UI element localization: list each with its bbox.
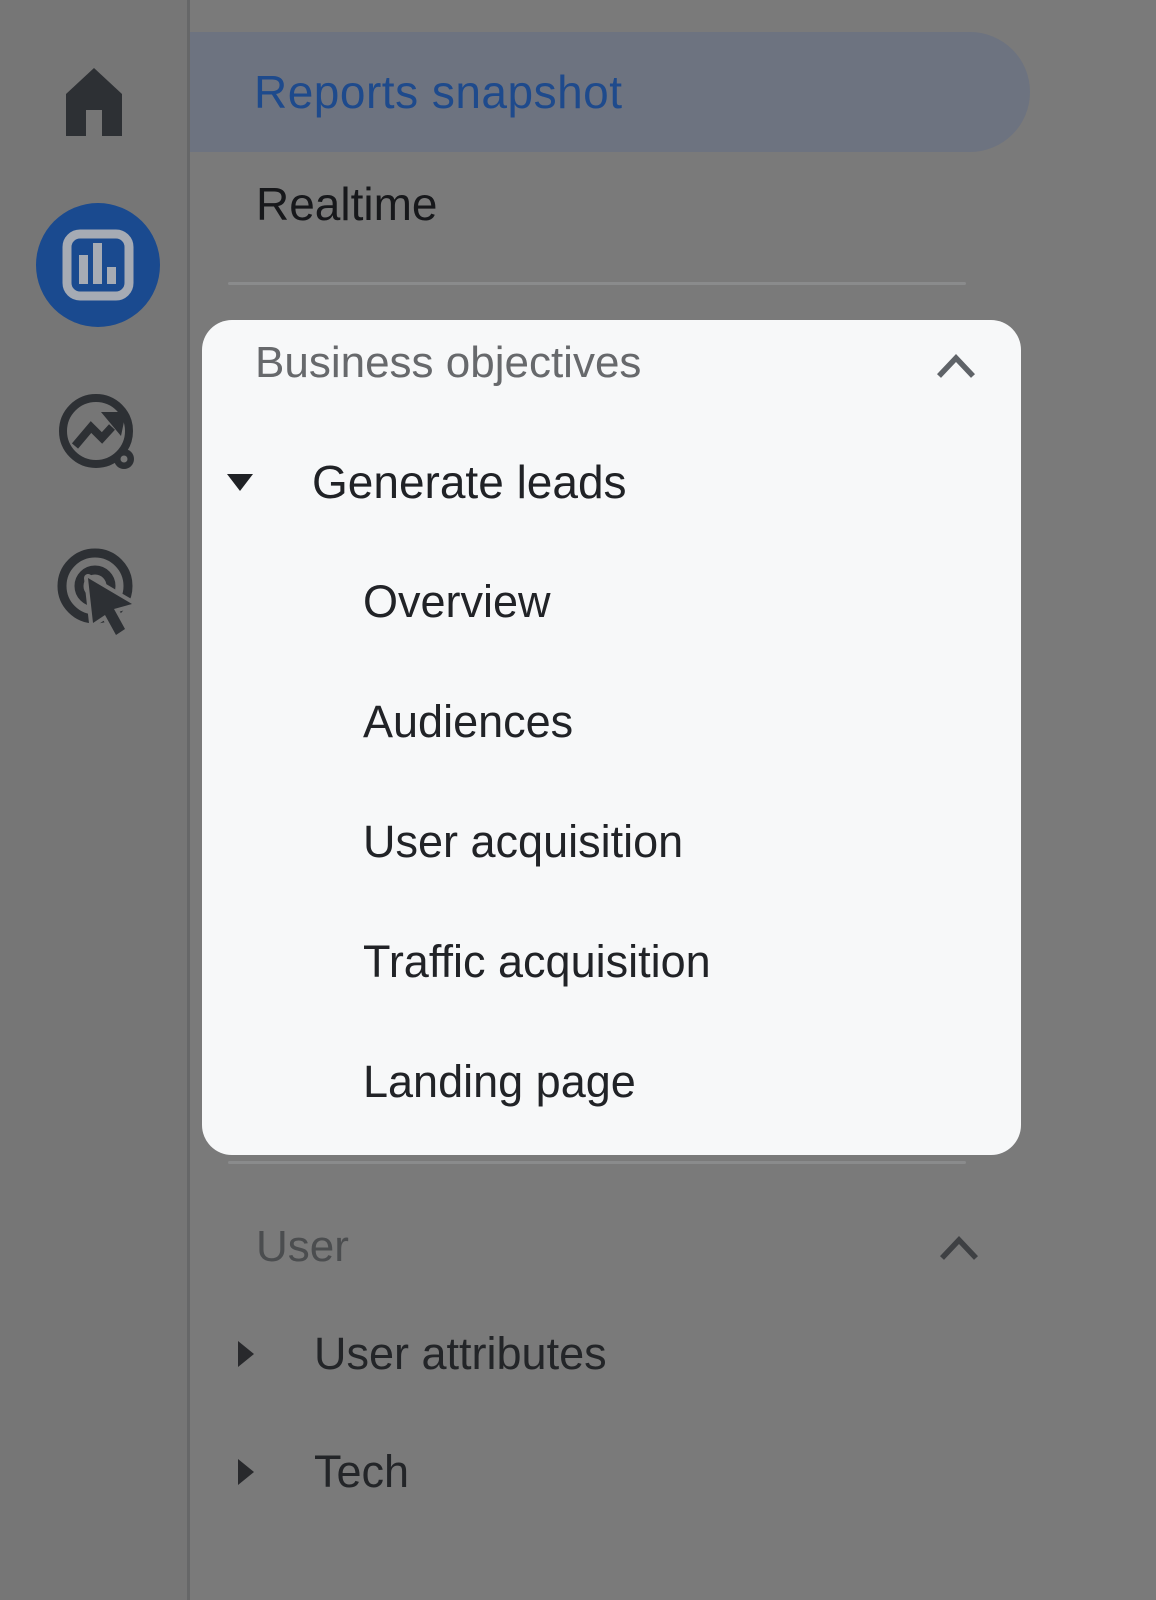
collection-header-user[interactable]: User — [256, 1214, 349, 1280]
business-objectives-spotlight-panel: Business objectives Generate leads Overv… — [202, 320, 1021, 1155]
sidebar-item-user-acquisition[interactable]: User acquisition — [363, 810, 683, 874]
overview-label: Overview — [363, 576, 551, 627]
sidebar-item-realtime[interactable]: Realtime — [256, 172, 438, 236]
section-divider — [228, 1161, 966, 1164]
sidebar-item-landing-page[interactable]: Landing page — [363, 1050, 636, 1114]
audiences-label: Audiences — [363, 696, 574, 747]
tech-label: Tech — [314, 1446, 410, 1497]
sidebar-group-user-attributes[interactable]: User attributes — [236, 1328, 607, 1380]
realtime-label: Realtime — [256, 178, 438, 230]
business-objectives-title: Business objectives — [255, 338, 642, 387]
ga4-left-navigation: Reports snapshot Realtime Business objec… — [0, 0, 1156, 1600]
sidebar-item-overview[interactable]: Overview — [363, 570, 551, 634]
user-attributes-label: User attributes — [314, 1328, 607, 1379]
advertising-icon[interactable] — [38, 530, 154, 646]
reports-snapshot-label: Reports snapshot — [254, 66, 623, 118]
expanded-triangle-icon[interactable] — [226, 472, 254, 492]
landing-page-label: Landing page — [363, 1056, 636, 1107]
section-divider — [228, 282, 966, 285]
collection-header-business-objectives[interactable]: Business objectives — [255, 332, 641, 394]
user-acquisition-label: User acquisition — [363, 816, 684, 867]
collapsed-triangle-icon[interactable] — [236, 1339, 256, 1369]
chevron-up-icon[interactable] — [938, 1234, 980, 1262]
sidebar-group-tech[interactable]: Tech — [236, 1446, 409, 1498]
home-icon[interactable] — [62, 66, 126, 138]
explore-icon[interactable] — [51, 386, 143, 478]
sidebar-group-generate-leads[interactable]: Generate leads — [226, 450, 627, 514]
icon-rail — [0, 0, 190, 1600]
traffic-acquisition-label: Traffic acquisition — [363, 936, 711, 987]
sidebar-item-traffic-acquisition[interactable]: Traffic acquisition — [363, 930, 711, 994]
generate-leads-label: Generate leads — [312, 456, 627, 508]
sidebar-item-audiences[interactable]: Audiences — [363, 690, 573, 754]
user-section-title: User — [256, 1222, 349, 1271]
reports-icon[interactable] — [33, 200, 163, 330]
collapsed-triangle-icon[interactable] — [236, 1457, 256, 1487]
sidebar-item-reports-snapshot[interactable]: Reports snapshot — [190, 32, 1030, 152]
chevron-up-icon[interactable] — [935, 352, 977, 380]
